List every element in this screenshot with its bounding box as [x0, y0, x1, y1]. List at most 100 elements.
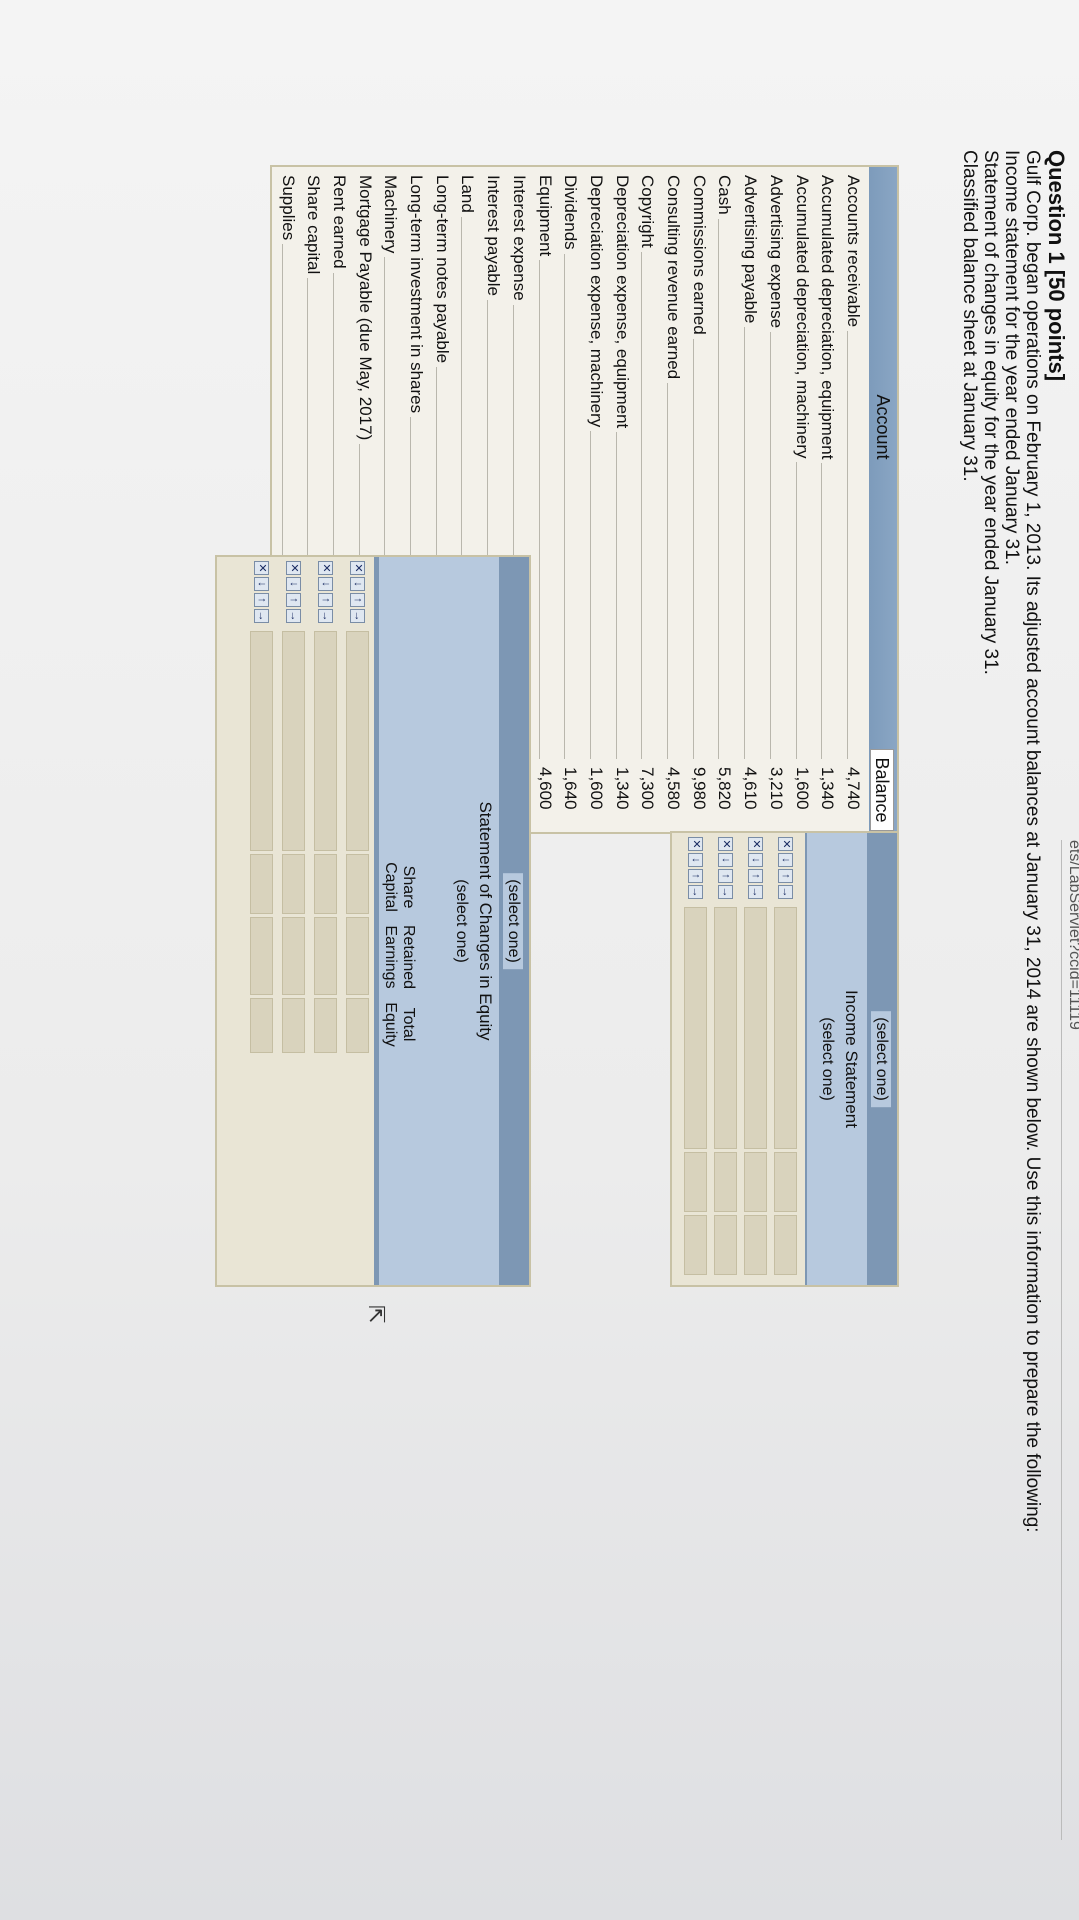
equity-retained-input[interactable] [282, 917, 305, 995]
equity-row-controls: ✕ ↓ ↑ → [318, 561, 333, 623]
equity-retained-input[interactable] [250, 917, 273, 995]
move-up-icon[interactable]: ↑ [286, 593, 301, 607]
equity-row-controls: ✕ ↓ ↑ → [350, 561, 365, 623]
equity-total-input[interactable] [346, 998, 369, 1053]
account-name: Commissions earned [689, 175, 709, 335]
move-down-icon[interactable]: ↓ [718, 853, 733, 867]
equity-share-capital-input[interactable] [250, 854, 273, 914]
income-period-select[interactable]: (select one) [817, 1011, 837, 1107]
move-up-icon[interactable]: ↑ [688, 869, 703, 883]
indent-icon[interactable]: → [254, 609, 269, 623]
equity-share-capital-input[interactable] [282, 854, 305, 914]
income-label-input[interactable] [714, 907, 737, 1149]
income-row-inputs [744, 907, 767, 1275]
income-label-input[interactable] [684, 907, 707, 1149]
account-name: Advertising payable [741, 175, 761, 324]
equity-label-input[interactable] [250, 631, 273, 851]
move-up-icon[interactable]: ↑ [254, 593, 269, 607]
move-up-icon[interactable]: ↑ [778, 869, 793, 883]
indent-icon[interactable]: → [350, 609, 365, 623]
equity-label-input[interactable] [282, 631, 305, 851]
equity-row-inputs [250, 631, 273, 1053]
equity-row-inputs [346, 631, 369, 1053]
equity-row-controls: ✕ ↓ ↑ → [286, 561, 301, 623]
income-row-inputs [774, 907, 797, 1275]
row-leader [615, 432, 617, 759]
equity-total-input[interactable] [282, 998, 305, 1053]
income-company-select[interactable]: (select one) [871, 1011, 891, 1107]
equity-retained-input[interactable] [346, 917, 369, 995]
delete-row-icon[interactable]: ✕ [286, 561, 301, 575]
delete-row-icon[interactable]: ✕ [718, 837, 733, 851]
equity-share-capital-input[interactable] [314, 854, 337, 914]
move-down-icon[interactable]: ↓ [254, 577, 269, 591]
income-amount-input[interactable] [774, 1152, 797, 1212]
income-total-input[interactable] [684, 1215, 707, 1275]
income-amount-input[interactable] [744, 1152, 767, 1212]
delete-row-icon[interactable]: ✕ [350, 561, 365, 575]
account-balance: 1,640 [561, 767, 581, 810]
account-name: Cash [715, 175, 735, 215]
account-name: Rent earned [330, 175, 349, 269]
income-label-input[interactable] [774, 907, 797, 1149]
task-income-statement: Income statement for the year ended Janu… [1001, 150, 1022, 566]
account-row: Equipment 4,600 [534, 167, 557, 832]
delete-row-icon[interactable]: ✕ [254, 561, 269, 575]
account-row: Consulting revenue earned 4,580 [662, 167, 685, 832]
move-down-icon[interactable]: ↓ [286, 577, 301, 591]
balance-column-header: Balance [870, 749, 894, 831]
income-total-input[interactable] [714, 1215, 737, 1275]
equity-row-inputs [282, 631, 305, 1053]
move-up-icon[interactable]: ↑ [350, 593, 365, 607]
move-up-icon[interactable]: ↑ [718, 869, 733, 883]
account-name: Share capital [304, 175, 324, 275]
equity-total-input[interactable] [250, 998, 273, 1053]
indent-icon[interactable]: → [718, 885, 733, 899]
income-amount-input[interactable] [714, 1152, 737, 1212]
delete-row-icon[interactable]: ✕ [778, 837, 793, 851]
move-up-icon[interactable]: ↑ [318, 593, 333, 607]
equity-label-input[interactable] [346, 631, 369, 851]
address-bar[interactable]: ets/LabServlet?ccid=11119 [1061, 840, 1079, 1920]
equity-company-select[interactable]: (select one) [503, 873, 523, 969]
account-balance: 3,210 [766, 767, 786, 810]
account-row: Accounts receivable 4,740 [842, 167, 865, 832]
url-text: ets/LabServlet?ccid=11119 [1066, 840, 1079, 1030]
income-total-input[interactable] [774, 1215, 797, 1275]
income-statement-panel: (select one) Income Statement (select on… [670, 831, 899, 1287]
delete-row-icon[interactable]: ✕ [688, 837, 703, 851]
equity-total-input[interactable] [314, 998, 337, 1053]
indent-icon[interactable]: → [318, 609, 333, 623]
move-down-icon[interactable]: ↓ [778, 853, 793, 867]
move-up-icon[interactable]: ↑ [748, 869, 763, 883]
col-total-equity: Total Equity [382, 1002, 417, 1047]
equity-label-input[interactable] [314, 631, 337, 851]
account-row: Cash 5,820 [714, 167, 737, 832]
equity-period-select[interactable]: (select one) [451, 873, 471, 969]
delete-row-icon[interactable]: ✕ [318, 561, 333, 575]
indent-icon[interactable]: → [286, 609, 301, 623]
indent-icon[interactable]: → [778, 885, 793, 899]
income-label-input[interactable] [744, 907, 767, 1149]
account-row: Commissions earned 9,980 [688, 167, 711, 832]
move-down-icon[interactable]: ↓ [748, 853, 763, 867]
row-leader [821, 463, 823, 759]
move-down-icon[interactable]: ↓ [350, 577, 365, 591]
account-row: Dividends 1,640 [559, 167, 582, 832]
indent-icon[interactable]: → [748, 885, 763, 899]
income-row-inputs [714, 907, 737, 1275]
row-leader [795, 462, 797, 759]
delete-row-icon[interactable]: ✕ [748, 837, 763, 851]
account-name: Accounts receivable [844, 175, 863, 328]
indent-icon[interactable]: → [688, 885, 703, 899]
row-leader [769, 332, 771, 759]
account-name: Dividends [561, 175, 581, 250]
equity-retained-input[interactable] [314, 917, 337, 995]
move-down-icon[interactable]: ↓ [318, 577, 333, 591]
move-down-icon[interactable]: ↓ [688, 853, 703, 867]
equity-share-capital-input[interactable] [346, 854, 369, 914]
income-total-input[interactable] [744, 1215, 767, 1275]
account-name: Equipment [535, 175, 555, 257]
account-balance: 4,600 [535, 767, 555, 810]
income-amount-input[interactable] [684, 1152, 707, 1212]
